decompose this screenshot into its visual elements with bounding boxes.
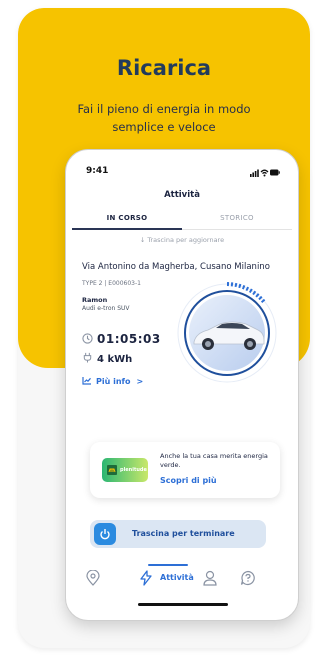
tab-in-corso[interactable]: IN CORSO [72, 214, 182, 222]
user-icon [203, 570, 217, 586]
plug-icon [83, 352, 92, 363]
status-time: 9:41 [86, 166, 109, 176]
nav-active-indicator [148, 564, 188, 566]
hero-title: Ricarica [116, 56, 212, 80]
nav-attivita[interactable]: Attività [138, 570, 208, 590]
station-address: Via Antonino da Magherba, Cusano Milanin… [82, 262, 270, 272]
lightning-icon [140, 570, 152, 586]
discover-more-link[interactable]: Scopri di più [160, 476, 217, 485]
energy-value: 4 kWh [97, 354, 133, 365]
chevron-right-icon: > [136, 377, 144, 386]
slider-label: Trascina per terminare [132, 529, 235, 538]
nav-map[interactable] [86, 569, 106, 590]
slider-handle[interactable] [94, 523, 116, 545]
status-bar: 9:41 [82, 166, 282, 180]
elapsed-time: 01:05:03 [82, 332, 161, 346]
tab-storico[interactable]: STORICO [182, 214, 292, 222]
tab-active-indicator [72, 228, 182, 230]
home-indicator [138, 603, 228, 606]
pull-hint-text: Trascina per aggiornare [147, 236, 225, 244]
chart-icon [82, 377, 91, 385]
promo-text: Anche la tua casa merita energia verde. [160, 452, 268, 469]
power-icon [100, 529, 110, 540]
hero-subtitle: Fai il pieno di energia in modo semplice… [77, 102, 251, 134]
bottom-navigation: Attività [72, 564, 292, 596]
six-legged-dog-icon [107, 465, 117, 475]
energy-delivered: 4 kWh [82, 352, 132, 365]
page-title: Attività [164, 190, 200, 200]
more-info-link[interactable]: Più info > [82, 376, 143, 386]
plenitude-logo-text: plenitude [120, 467, 147, 473]
swipe-to-stop-slider[interactable]: Trascina per terminare [90, 520, 266, 548]
plenitude-promo-card[interactable]: plenitude Anche la tua casa merita energ… [90, 442, 280, 498]
connector-id: TYPE 2 | E000603-1 [82, 280, 141, 287]
more-info-label: Più info [96, 377, 131, 386]
status-icons [250, 169, 280, 177]
plenitude-logo: plenitude [102, 458, 148, 482]
pull-to-refresh-hint: ↓ Trascina per aggiornare [72, 236, 292, 244]
nav-help[interactable] [240, 570, 260, 590]
phone-mockup: 9:41 Attività IN CORSO STORICO ↓ Trascin… [66, 150, 298, 620]
elapsed-value: 01:05:03 [97, 332, 161, 346]
charging-progress-dial [177, 282, 277, 383]
clock-icon [82, 333, 93, 344]
tab-bar: IN CORSO STORICO [72, 210, 292, 230]
car-model: Audi e-tron SUV [82, 305, 130, 312]
help-icon [240, 570, 255, 586]
map-pin-icon [86, 569, 100, 586]
nav-attivita-label: Attività [160, 573, 194, 582]
owner-name: Ramon [82, 296, 108, 304]
nav-profile[interactable] [202, 570, 222, 590]
